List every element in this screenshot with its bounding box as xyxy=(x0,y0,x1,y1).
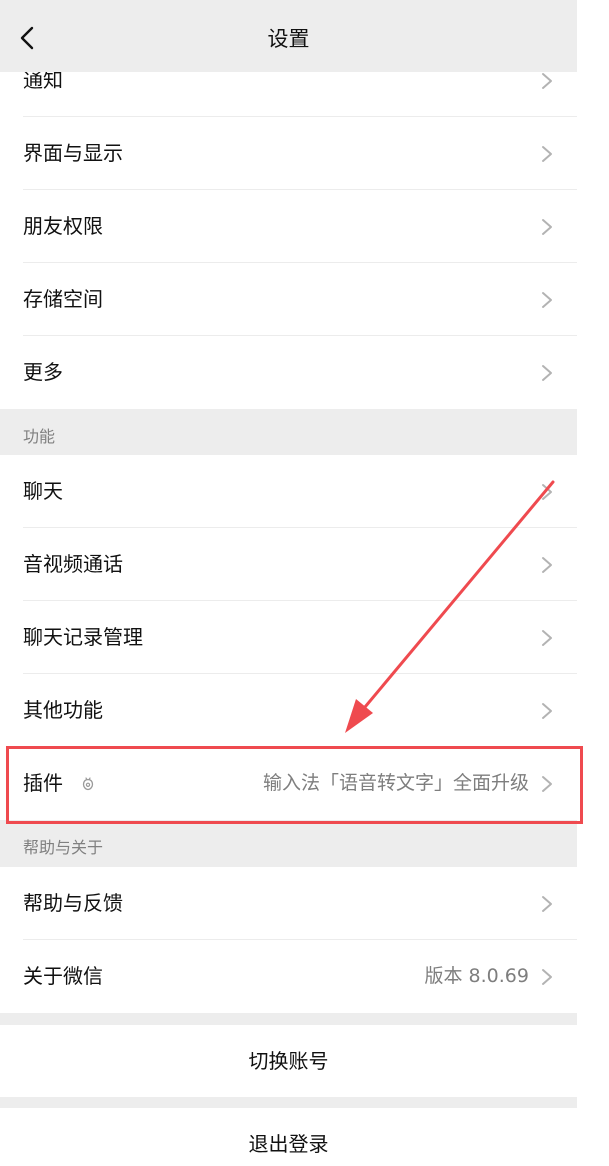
settings-item-label: 界面与显示 xyxy=(23,141,123,165)
chevron-right-icon xyxy=(542,219,552,235)
settings-item-label: 朋友权限 xyxy=(23,214,103,238)
settings-item-help-feedback[interactable]: 帮助与反馈 xyxy=(0,867,577,940)
settings-item-av-calls[interactable]: 音视频通话 xyxy=(0,528,577,601)
settings-item-display[interactable]: 界面与显示 xyxy=(0,117,577,190)
plugins-label: 插件 xyxy=(23,771,63,795)
settings-screen: 设置 通知 界面与显示 朋友权限 存储空间 更多 功能 聊天 音视频通话 聊天记… xyxy=(0,0,577,1166)
chevron-right-icon xyxy=(542,969,552,985)
chevron-right-icon xyxy=(542,557,552,573)
plugins-promo-text: 输入法「语音转文字」全面升级 xyxy=(262,772,529,794)
settings-item-label: 更多 xyxy=(23,360,63,384)
settings-item-about-wechat[interactable]: 关于微信 版本 8.0.69 xyxy=(0,940,577,1013)
settings-item-chat[interactable]: 聊天 xyxy=(0,455,577,528)
settings-item-more[interactable]: 更多 xyxy=(0,336,577,409)
settings-group-features: 聊天 音视频通话 聊天记录管理 其他功能 插件 输入法「语音转文字」全面升级 xyxy=(0,455,577,820)
chevron-right-icon xyxy=(542,365,552,381)
chevron-right-icon xyxy=(542,292,552,308)
settings-item-label: 插件 xyxy=(23,747,95,820)
switch-account-button[interactable]: 切换账号 xyxy=(0,1025,577,1097)
settings-item-chat-history[interactable]: 聊天记录管理 xyxy=(0,601,577,674)
settings-group-help: 帮助与反馈 关于微信 版本 8.0.69 xyxy=(0,867,577,1013)
logout-button[interactable]: 退出登录 xyxy=(0,1108,577,1166)
chevron-right-icon xyxy=(542,630,552,646)
section-title-help: 帮助与关于 xyxy=(23,838,104,857)
navigation-bar: 设置 xyxy=(0,0,577,72)
right-margin xyxy=(577,0,609,1166)
settings-item-storage[interactable]: 存储空间 xyxy=(0,263,577,336)
chevron-right-icon xyxy=(542,484,552,500)
settings-item-label: 关于微信 xyxy=(23,964,103,988)
settings-item-label: 存储空间 xyxy=(23,287,103,311)
settings-item-label: 聊天记录管理 xyxy=(23,625,143,649)
chevron-right-icon xyxy=(542,896,552,912)
settings-group-general: 通知 界面与显示 朋友权限 存储空间 更多 xyxy=(0,44,577,409)
section-title-features: 功能 xyxy=(23,427,56,446)
settings-item-plugins[interactable]: 插件 输入法「语音转文字」全面升级 xyxy=(0,747,577,820)
settings-item-friend-permissions[interactable]: 朋友权限 xyxy=(0,190,577,263)
chevron-right-icon xyxy=(542,703,552,719)
settings-item-label: 音视频通话 xyxy=(23,552,123,576)
settings-item-label: 其他功能 xyxy=(23,698,103,722)
settings-item-label: 聊天 xyxy=(23,479,63,503)
chevron-right-icon xyxy=(542,73,552,89)
chevron-right-icon xyxy=(542,146,552,162)
page-title: 设置 xyxy=(267,27,310,51)
chevron-right-icon xyxy=(542,776,552,792)
settings-item-label: 帮助与反馈 xyxy=(23,891,123,915)
version-text: 版本 8.0.69 xyxy=(424,965,529,987)
settings-item-other-features[interactable]: 其他功能 xyxy=(0,674,577,747)
plugin-icon xyxy=(82,776,94,790)
